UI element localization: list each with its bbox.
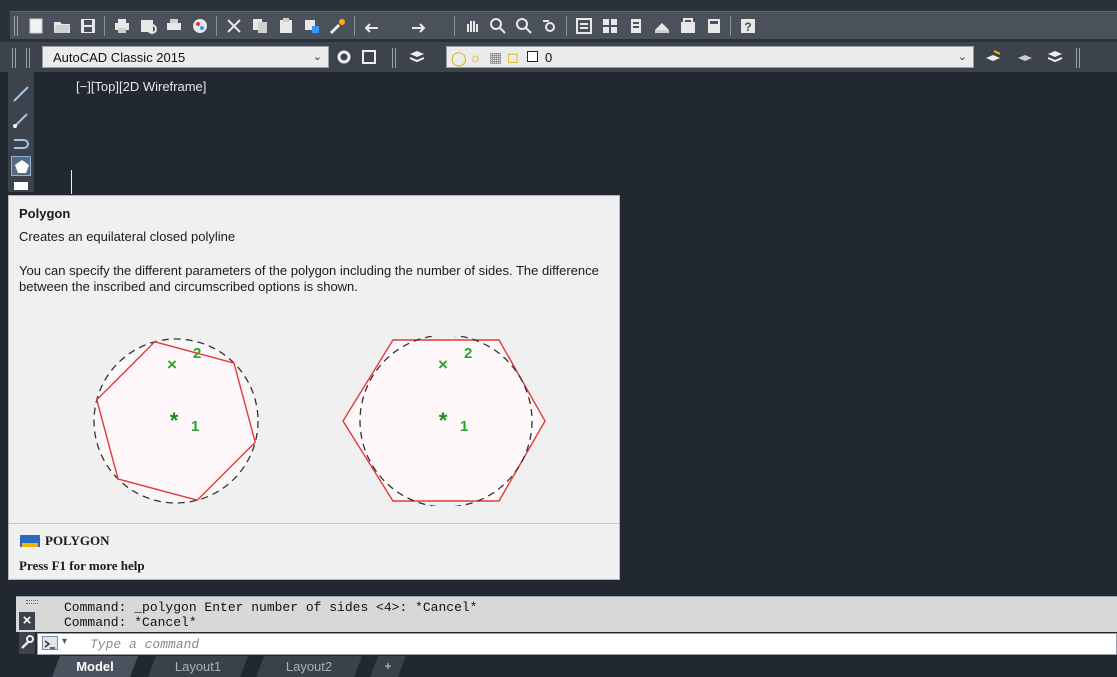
new-icon[interactable] [26,16,46,36]
add-layout-button[interactable]: + [370,656,406,677]
calculator-icon[interactable] [704,16,724,36]
circumscribed-vertex-label: 2 [464,345,472,362]
tooltip-description: Creates an equilateral closed polyline [19,229,236,244]
render-icon[interactable] [190,16,210,36]
layer-states-icon[interactable] [1046,48,1064,66]
polygon-icon[interactable] [11,156,31,176]
toolbar-separator [216,16,217,36]
make-current-layer-icon[interactable] [984,48,1002,66]
inscribed-vertex-label: 2 [193,345,201,362]
command-history-line: Command: _polygon Enter number of sides … [64,600,478,615]
layer-properties-icon[interactable] [408,48,426,66]
command-line-grip[interactable] [26,600,38,604]
tab-layout2[interactable]: Layout2 [256,656,362,677]
tool-palettes-icon[interactable] [626,16,646,36]
sheet-set-icon[interactable] [652,16,672,36]
design-center-icon[interactable] [600,16,620,36]
construction-line-icon[interactable] [11,110,31,130]
copy-icon[interactable] [250,16,270,36]
zoom-previous-icon[interactable] [540,16,560,36]
open-icon[interactable] [52,16,72,36]
customize-icon[interactable] [360,48,378,66]
wrench-icon[interactable] [19,632,35,654]
tooltip-command-name: POLYGON [45,533,110,548]
cut-icon[interactable] [224,16,244,36]
svg-text:?: ? [744,20,751,34]
command-icon [20,535,40,547]
publish-icon[interactable] [164,16,184,36]
command-history: Command: _polygon Enter number of sides … [16,596,1117,632]
workspace-layer-toolbar: AutoCAD Classic 2015 ⌄ ◯ ☼ ▦ ◻ 0 ⌄ [0,42,1117,72]
tooltip-divider [9,523,619,524]
unlock-icon: ◻ [507,49,519,65]
command-history-line: Command: *Cancel* [64,615,197,630]
layout-tabs: Model Layout1 Layout2 + [0,656,1117,677]
toolbar-separator [730,16,731,36]
zoom-realtime-icon[interactable] [488,16,508,36]
tab-layout1[interactable]: Layout1 [148,656,248,677]
tab-model[interactable]: Model [52,656,138,677]
inscribed-polygon-figure: * 1 × 2 [93,338,259,504]
plot-icon[interactable] [112,16,132,36]
close-icon[interactable]: × [19,612,35,630]
match-properties-icon[interactable] [302,16,322,36]
toolbar-separator [104,16,105,36]
sun-icon: ☼ [469,49,482,65]
workspace-value: AutoCAD Classic 2015 [53,50,186,65]
polygon-illustration: * 1 × 2 * 1 × 2 [9,334,619,508]
svg-text:*: * [439,408,448,433]
toolbar-grip[interactable] [392,48,396,68]
help-icon[interactable]: ? [738,16,758,36]
tooltip-command: POLYGON [19,533,110,549]
rectangle-icon[interactable] [11,178,31,190]
layer-dropdown[interactable]: ◯ ☼ ▦ ◻ 0 ⌄ [446,46,974,68]
brush-icon[interactable] [328,16,348,36]
command-input[interactable]: Type a command [37,633,1117,655]
cursor-crosshair [71,170,72,194]
toolbar-grip[interactable] [12,48,16,68]
toolbar-grip[interactable] [26,48,30,68]
standard-toolbar: ? [0,0,1117,42]
workspace-settings-icon[interactable] [335,48,353,66]
workspace-dropdown[interactable]: AutoCAD Classic 2015 ⌄ [42,46,329,68]
properties-icon[interactable] [574,16,594,36]
toolbar-separator [566,16,567,36]
layer-color-swatch [527,51,538,62]
viewport-controls[interactable]: [−][Top][2D Wireframe] [76,79,206,94]
toolbar-grip[interactable] [14,16,18,36]
toolbar-separator [354,16,355,36]
toolbar-grip[interactable] [1076,48,1080,68]
lightbulb-icon: ◯ [451,50,467,66]
chevron-down-icon: ⌄ [957,51,967,63]
undo-icon[interactable] [362,16,382,36]
tooltip-body: You can specify the different parameters… [19,263,599,294]
svg-text:*: * [170,408,179,433]
line-icon[interactable] [11,84,31,104]
inscribed-center-label: 1 [191,418,199,435]
circumscribed-center-label: 1 [460,418,468,435]
command-prompt-icon[interactable] [42,636,58,650]
pan-icon[interactable] [462,16,482,36]
redo-icon[interactable] [408,16,428,36]
tooltip-title: Polygon [19,206,71,221]
zoom-window-icon[interactable] [514,16,534,36]
layer-name: 0 [545,50,553,65]
toolbar-separator [454,16,455,36]
tooltip-help-hint: Press F1 for more help [19,558,145,573]
layer-previous-icon[interactable] [1016,48,1034,66]
standard-toolbar-strip: ? [10,11,1117,39]
plot-preview-icon[interactable] [138,16,158,36]
svg-text:×: × [167,355,177,374]
polygon-tooltip: Polygon Creates an equilateral closed po… [8,195,620,580]
viewport-freeze-icon: ▦ [489,49,503,65]
markup-icon[interactable] [678,16,698,36]
polyline-icon[interactable] [11,134,31,154]
circumscribed-polygon-figure: * 1 × 2 [342,334,546,508]
save-icon[interactable] [78,16,98,36]
draw-toolbar [8,72,34,192]
svg-text:×: × [438,355,448,374]
chevron-down-icon: ⌄ [312,51,322,63]
paste-icon[interactable] [276,16,296,36]
chevron-down-icon[interactable]: ▾ [62,636,67,647]
